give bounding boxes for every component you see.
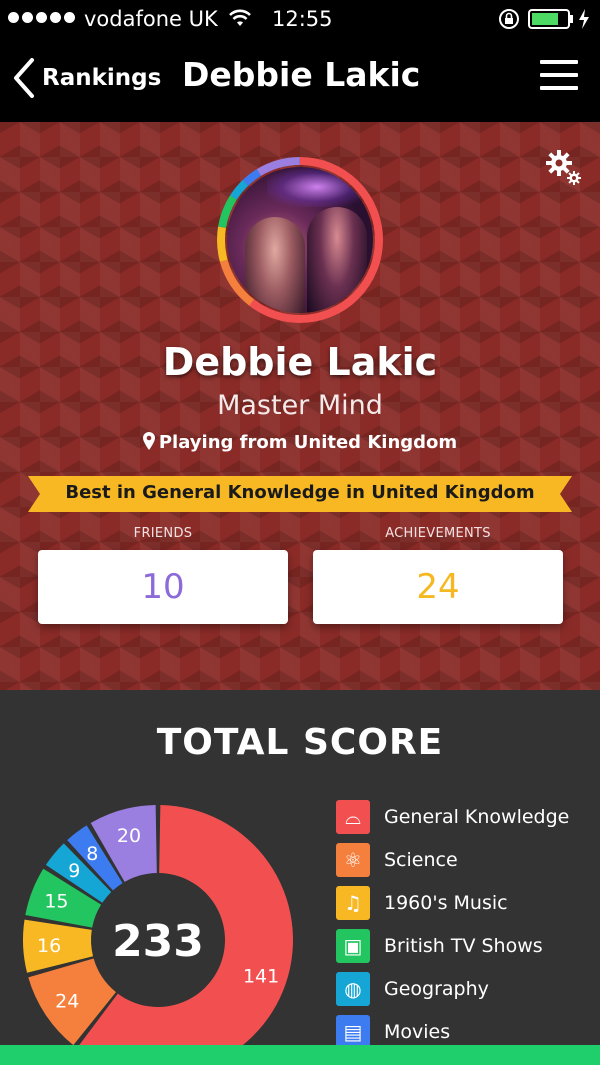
legend-label: Geography [384, 977, 489, 1000]
legend-label: Movies [384, 1020, 451, 1043]
legend-item[interactable]: ⌓ General Knowledge [336, 795, 569, 838]
friends-label: FRIENDS [133, 526, 193, 541]
music-note-icon: ♫ [336, 885, 370, 920]
donut-slice-label: 15 [44, 891, 68, 913]
nav-bar: Rankings Debbie Lakic [0, 40, 600, 122]
back-label: Rankings [42, 65, 162, 91]
hamburger-menu-icon[interactable] [540, 60, 580, 94]
legend-item[interactable]: ▤ Movies [336, 1010, 569, 1045]
total-score-section: TOTAL SCORE 141 24 16 15 9 8 20 233 ⌓ General K… [0, 690, 600, 1045]
avatar-progress-ring [217, 157, 383, 323]
globe-icon: ◍ [336, 971, 370, 1006]
legend-label: Science [384, 848, 458, 871]
achievements-label: ACHIEVEMENTS [385, 526, 491, 541]
settings-gear-icon[interactable] [544, 148, 584, 186]
legend-item[interactable]: ▣ British TV Shows [336, 924, 569, 967]
charging-icon [579, 9, 589, 29]
location-pin-icon [142, 432, 155, 450]
donut-slice-label: 20 [117, 825, 141, 847]
donut-slice-label: 141 [243, 965, 279, 987]
location-text: Playing from United Kingdom [158, 432, 458, 453]
donut-slice-label: 24 [55, 990, 79, 1012]
battery-icon [528, 9, 573, 29]
category-legend: ⌓ General Knowledge ⚛ Science ♫ 1960's Music ▣… [336, 795, 569, 1045]
achievements-count-card[interactable]: 24 [313, 550, 563, 624]
carrier-name: vodafone UK [84, 7, 218, 31]
legend-label: British TV Shows [384, 934, 543, 957]
page-title: Debbie Lakic [182, 55, 421, 94]
total-score-value: 233 [112, 916, 204, 967]
legend-item[interactable]: ◍ Geography [336, 967, 569, 1010]
glasses-icon: ⌓ [336, 799, 370, 834]
legend-item[interactable]: ♫ 1960's Music [336, 881, 569, 924]
friends-count-card[interactable]: 10 [38, 550, 288, 624]
status-bar: vodafone UK 12:55 [0, 0, 600, 40]
tv-icon: ▣ [336, 928, 370, 963]
donut-slice-label: 16 [37, 935, 61, 957]
donut-slice-label: 9 [68, 860, 80, 882]
wifi-icon [229, 9, 251, 26]
atom-icon: ⚛ [336, 842, 370, 877]
signal-strength-icon [8, 12, 75, 23]
legend-label: 1960's Music [384, 891, 508, 914]
score-donut-chart: 141 24 16 1598 20 233 [22, 805, 293, 1045]
legend-label: General Knowledge [384, 805, 570, 828]
chevron-left-icon [14, 58, 34, 98]
film-icon: ▤ [336, 1014, 370, 1045]
location: Playing from United Kingdom [0, 432, 600, 453]
legend-item[interactable]: ⚛ Science [336, 838, 569, 881]
banner-text: Best in General Knowledge in United King… [65, 482, 535, 503]
donut-slice-label: 8 [86, 843, 98, 865]
user-name: Debbie Lakic [162, 340, 438, 384]
achievement-banner: Best in General Knowledge in United King… [28, 476, 572, 512]
bottom-bar [0, 1045, 600, 1065]
user-rank: Master Mind [217, 390, 383, 421]
rotation-lock-icon [499, 9, 519, 29]
profile-header: Debbie Lakic Master Mind Playing from Un… [0, 122, 600, 690]
back-button[interactable]: Rankings [12, 54, 161, 102]
clock: 12:55 [272, 7, 333, 31]
total-score-title: TOTAL SCORE [156, 722, 444, 763]
avatar[interactable] [214, 154, 386, 326]
